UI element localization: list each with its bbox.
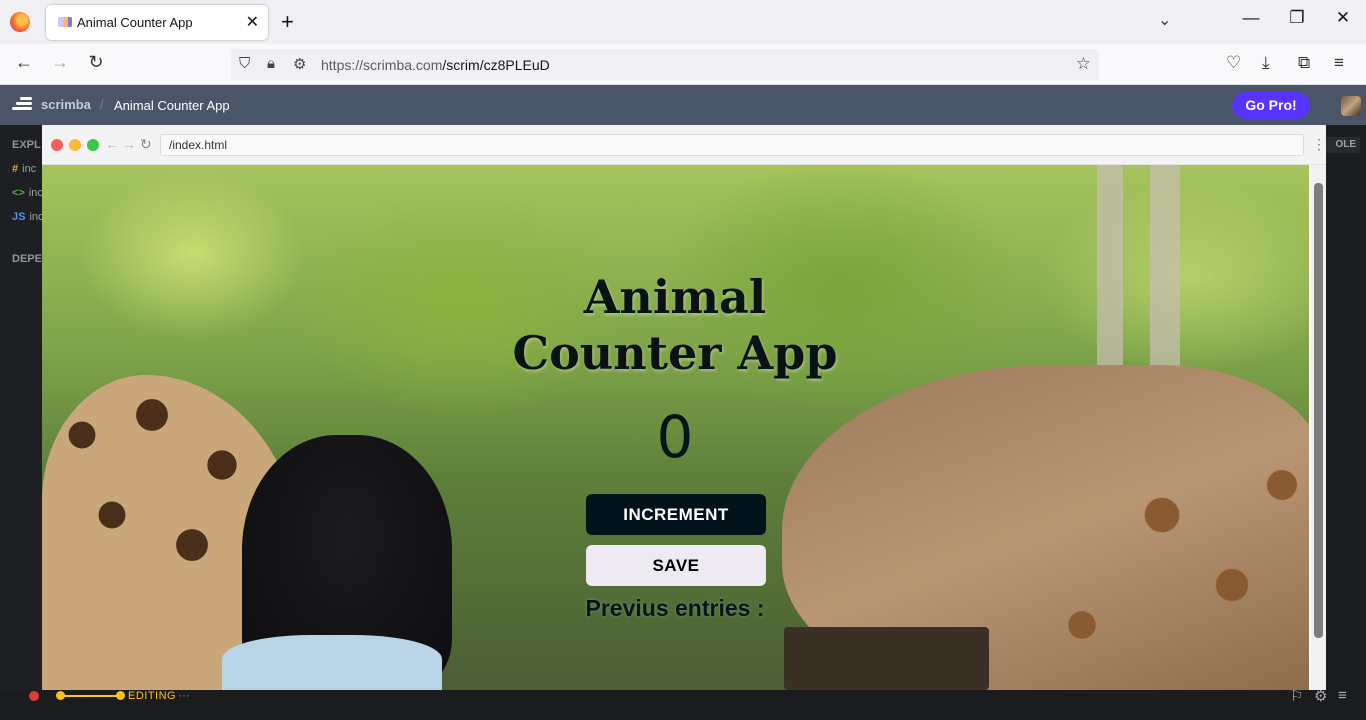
shield-icon[interactable]: ⛉ xyxy=(239,55,250,72)
timeline-end-knob[interactable] xyxy=(116,691,125,700)
preview-window: ← → ↻ /index.html ⋮ Animal Counter App 0 … xyxy=(42,125,1326,690)
menu-icon[interactable]: ≡ xyxy=(1334,53,1344,73)
scrim-title: Animal Counter App xyxy=(114,98,230,113)
more-options-icon[interactable]: ··· xyxy=(178,688,190,702)
go-pro-button[interactable]: Go Pro! xyxy=(1232,92,1310,119)
firefox-logo-icon xyxy=(10,12,30,32)
permissions-icon[interactable]: ⚙ xyxy=(293,55,306,73)
editing-status: EDITING xyxy=(128,690,177,702)
explorer-heading: EXPL xyxy=(12,139,41,151)
scrimba-header: scrimba / Animal Counter App Go Pro! xyxy=(0,85,1366,125)
browser-tab-bar: Animal Counter App ✕ + ⌄ — ❐ ✕ xyxy=(0,0,1366,44)
animal-counter-app: Animal Counter App 0 INCREMENT SAVE Previ… xyxy=(42,165,1309,690)
maximize-dot-icon[interactable] xyxy=(87,139,99,151)
preview-address-bar[interactable]: /index.html xyxy=(160,134,1304,156)
pocket-icon[interactable]: ♡ xyxy=(1226,53,1241,73)
hamburger-menu-icon[interactable]: ≡ xyxy=(1338,687,1347,704)
save-button[interactable]: SAVE xyxy=(586,545,766,586)
file-item-html[interactable]: <> inc xyxy=(12,187,43,199)
increment-button[interactable]: INCREMENT xyxy=(586,494,766,535)
minimize-button[interactable]: — xyxy=(1236,8,1266,28)
console-tab[interactable]: OLE xyxy=(1326,137,1360,153)
scrimba-brand[interactable]: scrimba xyxy=(41,97,91,112)
back-arrow-icon[interactable]: ← xyxy=(11,52,37,73)
download-icon[interactable]: ⤓ xyxy=(1262,53,1270,73)
file-item-css[interactable]: # inc xyxy=(12,163,36,175)
preview-forward-icon[interactable]: → xyxy=(122,136,136,152)
minimize-dot-icon[interactable] xyxy=(69,139,81,151)
preview-back-icon[interactable]: ← xyxy=(105,136,119,152)
chevron-down-icon[interactable]: ⌄ xyxy=(1158,10,1171,30)
close-dot-icon[interactable] xyxy=(51,139,63,151)
restore-button[interactable]: ❐ xyxy=(1282,8,1312,28)
browser-tab[interactable]: Animal Counter App ✕ xyxy=(46,5,268,40)
extensions-icon[interactable]: ⧉ xyxy=(1298,53,1310,73)
browser-nav-bar: ← → ↻ ⛉ 🔒︎ ⚙ https://scrimba.com/scrim/c… xyxy=(0,44,1366,85)
reload-icon[interactable]: ↻ xyxy=(83,52,109,73)
forward-arrow-icon[interactable]: → xyxy=(47,52,73,73)
new-tab-button[interactable]: + xyxy=(281,9,294,35)
scrimba-logo-icon[interactable] xyxy=(12,97,32,111)
settings-gear-icon[interactable]: ⚙ xyxy=(1314,687,1327,705)
close-window-button[interactable]: ✕ xyxy=(1328,8,1358,28)
status-bar: EDITING ··· ⚐ ⚙ ≡ xyxy=(0,687,1366,720)
breadcrumb-separator: / xyxy=(100,97,104,112)
bookmark-icon[interactable]: ⚐ xyxy=(1290,687,1303,705)
preview-toolbar: ← → ↻ /index.html ⋮ xyxy=(42,125,1326,165)
avatar[interactable] xyxy=(1341,96,1361,116)
url-bar[interactable]: ⛉ 🔒︎ ⚙ https://scrimba.com/scrim/cz8PLEu… xyxy=(231,49,1099,80)
record-dot-icon[interactable] xyxy=(29,691,39,701)
tab-close-icon[interactable]: ✕ xyxy=(246,12,259,32)
bookmark-star-icon[interactable]: ☆ xyxy=(1076,54,1091,74)
url-text[interactable]: https://scrimba.com/scrim/cz8PLEuD xyxy=(321,57,550,73)
preview-menu-icon[interactable]: ⋮ xyxy=(1312,136,1326,153)
dependencies-heading: DEPE xyxy=(12,253,42,265)
preview-scrollbar[interactable] xyxy=(1311,165,1326,690)
preview-reload-icon[interactable]: ↻ xyxy=(140,136,152,153)
file-item-js[interactable]: JS inc xyxy=(12,211,44,223)
previous-entries-label: Previus entries : xyxy=(585,595,765,621)
timeline-track[interactable] xyxy=(60,695,120,697)
timeline-start-knob[interactable] xyxy=(56,691,65,700)
counter-value: 0 xyxy=(656,403,694,471)
scrimba-favicon-icon xyxy=(58,17,72,27)
scrollbar-thumb[interactable] xyxy=(1314,183,1323,638)
file-explorer: EXPL # inc <> inc JS inc DEPE xyxy=(0,125,44,690)
tab-title: Animal Counter App xyxy=(77,15,193,30)
lock-icon[interactable]: 🔒︎ xyxy=(267,55,275,72)
app-title: Animal Counter App xyxy=(512,270,838,380)
